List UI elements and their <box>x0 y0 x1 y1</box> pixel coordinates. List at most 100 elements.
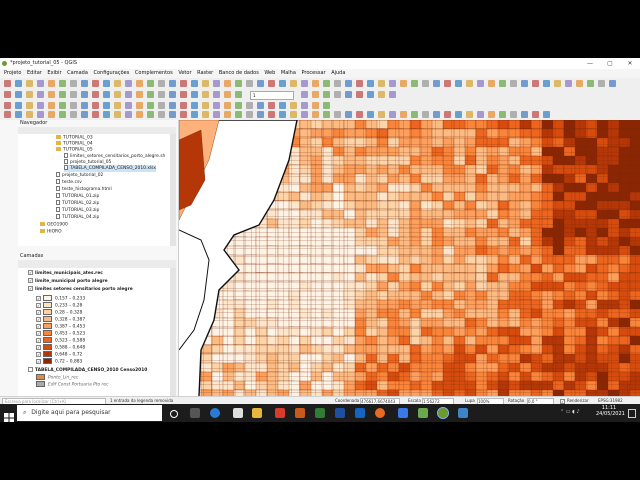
toolbar-tool-icon[interactable] <box>543 80 550 87</box>
toolbar-tool-icon[interactable] <box>224 91 231 98</box>
toolbar-tool-icon[interactable] <box>70 91 77 98</box>
toolbar-tool-icon[interactable] <box>202 102 209 109</box>
nav-item[interactable]: TUTORIAL_02.zip <box>56 200 99 207</box>
toolbar-tool-icon[interactable] <box>224 102 231 109</box>
toolbar-tool-icon[interactable] <box>323 102 330 109</box>
windows-start-icon[interactable] <box>4 408 14 422</box>
toolbar-tool-icon[interactable] <box>224 80 231 87</box>
toolbar-tool-icon[interactable] <box>455 80 462 87</box>
toolbar-tool-icon[interactable] <box>103 102 110 109</box>
nav-item[interactable]: projeto_tutorial_02 <box>56 172 103 179</box>
toolbar-tool-icon[interactable] <box>213 91 220 98</box>
toolbar-tool-icon[interactable] <box>433 80 440 87</box>
menu-projeto[interactable]: Projeto <box>4 70 21 76</box>
app-icon[interactable] <box>418 408 428 418</box>
toolbar-tool-icon[interactable] <box>576 80 583 87</box>
toolbar-tool-icon[interactable] <box>213 111 220 118</box>
toolbar-tool-icon[interactable] <box>81 111 88 118</box>
toolbar-tool-icon[interactable] <box>37 111 44 118</box>
toolbar-tool-icon[interactable] <box>191 102 198 109</box>
checkbox[interactable]: ✓ <box>28 278 33 283</box>
toolbar-tool-icon[interactable] <box>180 111 187 118</box>
toolbar-tool-icon[interactable] <box>26 111 33 118</box>
toolbar-tool-icon[interactable] <box>334 80 341 87</box>
toolbar-tool-icon[interactable] <box>26 80 33 87</box>
toolbar-tool-icon[interactable] <box>345 91 352 98</box>
checkbox[interactable] <box>28 367 33 372</box>
menu-configuracoes[interactable]: Configurações <box>93 70 129 76</box>
toolbar-tool-icon[interactable] <box>246 111 253 118</box>
file-explorer-icon[interactable] <box>252 408 262 418</box>
checkbox[interactable]: ✓ <box>36 316 41 322</box>
toolbar-tool-icon[interactable] <box>257 102 264 109</box>
toolbar-tool-icon[interactable] <box>103 111 110 118</box>
menu-banco-de-dados[interactable]: Banco de dados <box>219 70 259 76</box>
toolbar-tool-icon[interactable] <box>59 111 66 118</box>
checkbox[interactable]: ✓ <box>36 358 41 364</box>
toolbar-tool-icon[interactable] <box>378 111 385 118</box>
toolbar-tool-icon[interactable] <box>422 111 429 118</box>
toolbar-tool-icon[interactable] <box>4 91 11 98</box>
render-checkbox[interactable]: ✓ <box>560 398 565 404</box>
toolbar-tool-icon[interactable] <box>609 80 616 87</box>
toolbar-tool-icon[interactable] <box>81 91 88 98</box>
toolbar-tool-icon[interactable] <box>235 91 242 98</box>
toolbar-tool-icon[interactable] <box>169 80 176 87</box>
toolbar-tool-icon[interactable] <box>191 91 198 98</box>
toolbar-tool-icon[interactable] <box>312 111 319 118</box>
toolbar-tool-icon[interactable] <box>466 111 473 118</box>
toolbar-tool-icon[interactable] <box>389 91 396 98</box>
toolbar-tool-icon[interactable] <box>125 80 132 87</box>
toolbar-tool-icon[interactable] <box>15 80 22 87</box>
toolbar-tool-icon[interactable] <box>466 80 473 87</box>
toolbar-tool-icon[interactable] <box>411 80 418 87</box>
toolbar-tool-icon[interactable] <box>268 102 275 109</box>
toolbar-tool-icon[interactable] <box>125 102 132 109</box>
toolbar-tool-icon[interactable] <box>169 91 176 98</box>
menu-malha[interactable]: Malha <box>281 70 296 76</box>
toolbar-tool-icon[interactable] <box>114 80 121 87</box>
word-icon[interactable] <box>335 408 345 418</box>
toolbar-tool-icon[interactable] <box>532 111 539 118</box>
checkbox[interactable]: ✓ <box>28 270 33 275</box>
layer-item[interactable]: Edif Const Portuaria Pto rec <box>36 381 108 389</box>
toolbar-tool-icon[interactable] <box>4 111 11 118</box>
toolbar-tool-icon[interactable] <box>180 91 187 98</box>
toolbar-tool-icon[interactable] <box>455 111 462 118</box>
toolbar-tool-icon[interactable] <box>521 111 528 118</box>
menu-exibir[interactable]: Exibir <box>47 70 61 76</box>
toolbar-tool-icon[interactable] <box>246 102 253 109</box>
firefox-icon[interactable] <box>375 408 385 418</box>
layer-item[interactable]: ✓ limite_municipal porto alegre <box>28 278 108 285</box>
toolbar-tool-icon[interactable] <box>422 80 429 87</box>
toolbar-tool-icon[interactable] <box>81 80 88 87</box>
toolbar-tool-icon[interactable] <box>290 80 297 87</box>
toolbar-tool-icon[interactable] <box>499 111 506 118</box>
toolbar-tool-icon[interactable] <box>92 91 99 98</box>
toolbar-tool-icon[interactable] <box>279 111 286 118</box>
checkbox[interactable]: ✓ <box>36 351 41 357</box>
toolbar-tool-icon[interactable] <box>158 91 165 98</box>
toolbar-tool-icon[interactable] <box>356 91 363 98</box>
toolbar-tool-icon[interactable] <box>202 111 209 118</box>
nav-item[interactable]: teste.csv <box>56 179 82 186</box>
nav-item[interactable]: TUTORIAL_04.zip <box>56 214 99 221</box>
toolbar-tool-icon[interactable] <box>257 80 264 87</box>
toolbar-tool-icon[interactable] <box>444 80 451 87</box>
nav-item[interactable]: GEO1900 <box>40 222 68 229</box>
toolbar-tool-icon[interactable] <box>125 111 132 118</box>
toolbar-tool-icon[interactable] <box>4 102 11 109</box>
toolbar-tool-icon[interactable] <box>323 91 330 98</box>
toolbar-tool-icon[interactable] <box>587 80 594 87</box>
toolbar-tool-icon[interactable] <box>301 91 308 98</box>
toolbar-tool-icon[interactable] <box>26 102 33 109</box>
toolbar-tool-icon[interactable] <box>59 91 66 98</box>
checkbox[interactable]: ✓ <box>36 344 41 350</box>
toolbar-tool-icon[interactable] <box>367 111 374 118</box>
toolbar-tool-icon[interactable] <box>48 102 55 109</box>
map-canvas[interactable] <box>179 120 640 396</box>
clock[interactable]: 11:11 24/05/2021 <box>596 405 625 417</box>
toolbar-tool-icon[interactable] <box>114 111 121 118</box>
toolbar-tool-icon[interactable] <box>301 80 308 87</box>
toolbar-tool-icon[interactable] <box>103 80 110 87</box>
